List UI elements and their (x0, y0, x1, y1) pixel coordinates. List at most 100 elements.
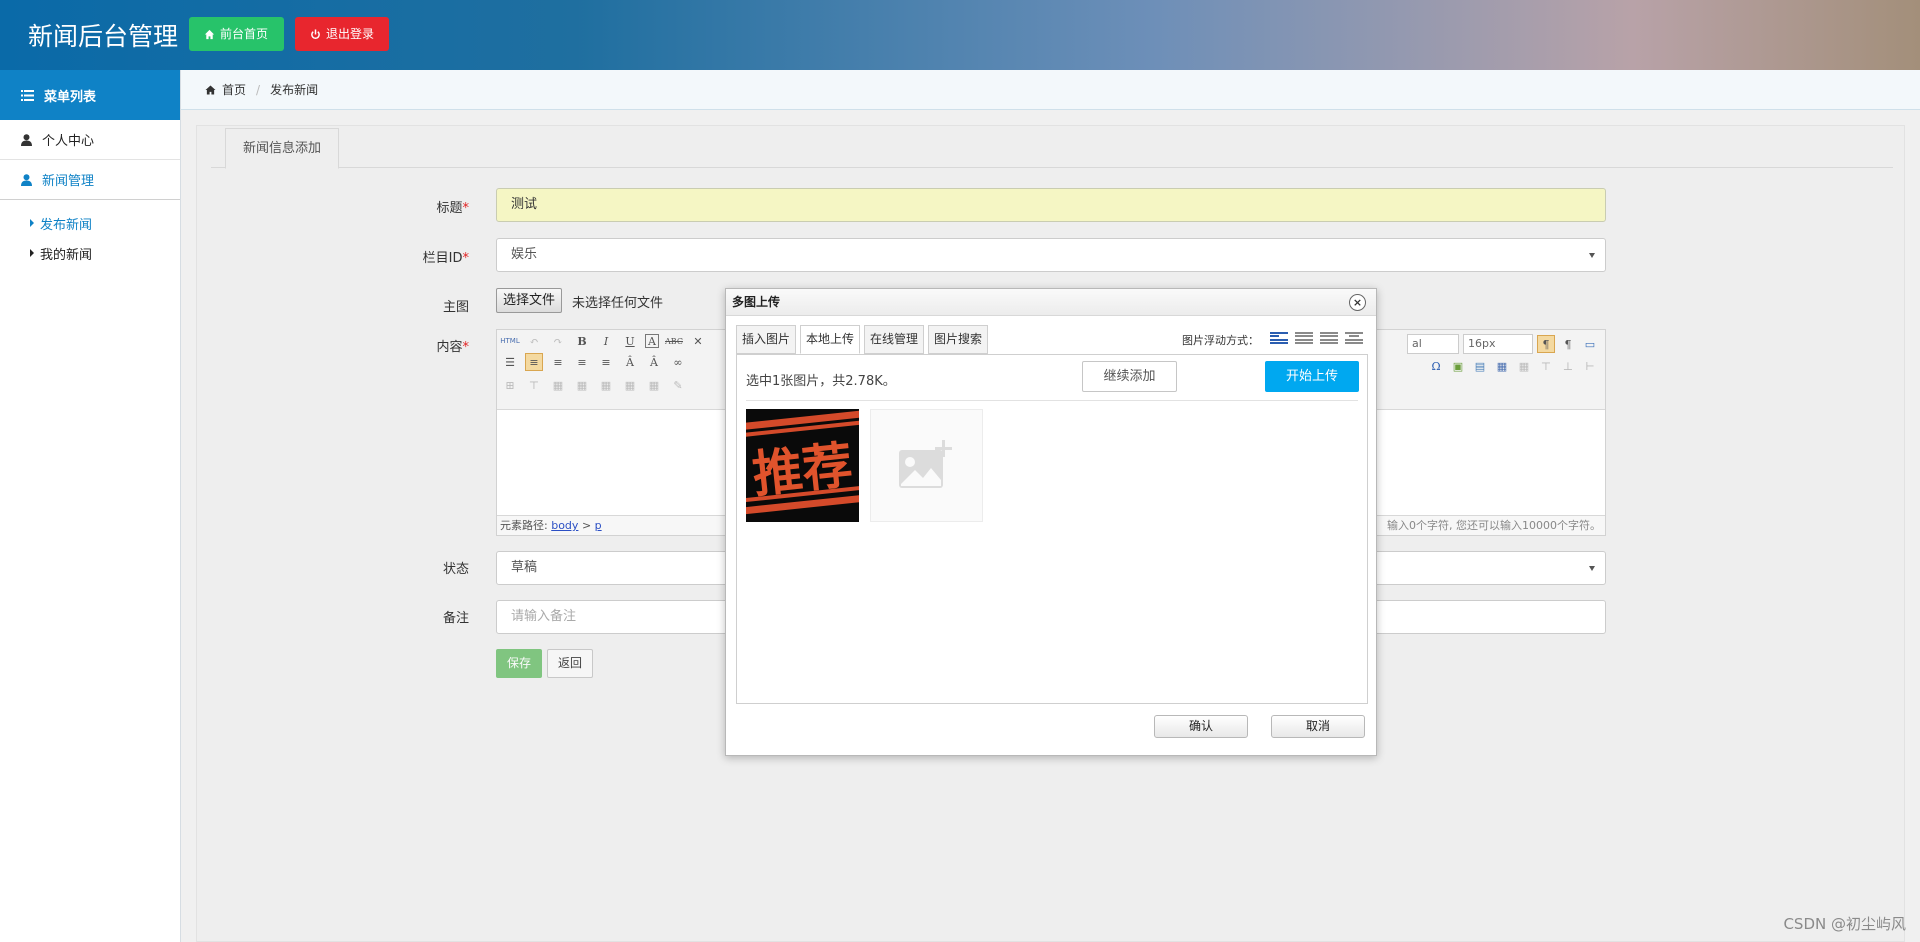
align-left-icon[interactable]: ≡ (525, 353, 543, 371)
clear-format-icon[interactable]: ✕ (689, 332, 707, 350)
sidebar-subitem-my-news[interactable]: 我的新闻 (0, 238, 180, 268)
float-center-icon[interactable] (1344, 330, 1364, 346)
text-direction-ltr-icon[interactable]: Â (621, 353, 639, 371)
align-center-icon[interactable]: ≡ (549, 353, 567, 371)
remark-placeholder: 请输入备注 (511, 609, 577, 624)
italic-icon[interactable]: I (597, 332, 615, 350)
add-image-placeholder[interactable] (870, 409, 983, 522)
align-right-icon[interactable]: ≡ (573, 353, 591, 371)
table-delete-row-icon[interactable]: ▦ (597, 376, 615, 394)
delete-table-icon[interactable]: ▦ (1515, 357, 1533, 375)
float-mode-label: 图片浮动方式： (1182, 334, 1259, 347)
strikethrough-icon[interactable]: ABC (665, 332, 683, 350)
rtl-paragraph-icon[interactable]: ¶ (1559, 335, 1577, 353)
file-status-text: 未选择任何文件 (572, 296, 664, 311)
home-button-label: 前台首页 (220, 27, 269, 41)
title-input[interactable]: 测试 (496, 188, 1606, 222)
undo-icon[interactable]: ↶ (525, 332, 543, 350)
insert-paragraph-before-icon[interactable]: ⊤ (1537, 357, 1555, 375)
app-brand: 新闻后台管理 (28, 22, 179, 51)
dropdown-arrow-icon (1589, 566, 1595, 571)
title-label: 标题* (197, 197, 469, 216)
format-brush-icon[interactable]: ✎ (669, 376, 687, 394)
tab-insert-image[interactable]: 插入图片 (736, 325, 797, 354)
toolbar-right-row-2: Ω ▣ ▤ ▦ ▦ ⊤ ⊥ ⊢ (1427, 357, 1599, 375)
element-path-body-link[interactable]: body (551, 519, 578, 532)
status-select-value: 草稿 (511, 560, 538, 575)
required-mark: * (462, 340, 470, 355)
uploaded-image-thumbnail[interactable]: 推荐 (746, 409, 859, 522)
tab-image-search[interactable]: 图片搜索 (928, 325, 989, 354)
text-direction-rtl-icon[interactable]: Â (645, 353, 663, 371)
stamp-image: 推荐 (746, 409, 859, 522)
table-split-icon[interactable]: ▦ (573, 376, 591, 394)
align-justify-icon[interactable]: ≡ (597, 353, 615, 371)
choose-file-button[interactable]: 选择文件 (496, 288, 563, 313)
float-none-icon[interactable] (1269, 330, 1289, 346)
required-mark: * (462, 251, 470, 266)
font-size-select[interactable]: 16px (1463, 334, 1533, 354)
column-select[interactable]: 娱乐 (496, 238, 1606, 272)
sidebar-subitem-label: 发布新闻 (40, 217, 93, 233)
tab-online-manage[interactable]: 在线管理 (864, 325, 925, 354)
back-button[interactable]: 返回 (547, 649, 593, 678)
logout-button[interactable]: 退出登录 (295, 17, 389, 51)
table-props-icon[interactable]: ▦ (645, 376, 663, 394)
editor-word-count: 输入0个字符, 您还可以输入10000个字符。 (1387, 519, 1601, 532)
cancel-button[interactable]: 取消 (1271, 715, 1365, 738)
content-label: 内容* (197, 336, 469, 355)
image-label: 主图 (442, 300, 469, 315)
continue-add-button[interactable]: 继续添加 (1082, 361, 1177, 392)
dialog-tabs: 插入图片 本地上传 在线管理 图片搜索 (736, 325, 989, 354)
font-family-value: al (1412, 337, 1422, 350)
top-header: 新闻后台管理 前台首页 退出登录 (0, 0, 1920, 70)
toolbar-row-2: ☰ ≡ ≡ ≡ ≡ Â Â ∞ (501, 353, 687, 371)
font-border-icon[interactable]: A (645, 334, 659, 348)
html-source-icon[interactable]: HTML (500, 332, 519, 350)
breadcrumb-home-link[interactable]: 首页 (222, 81, 246, 98)
insert-image-icon[interactable]: ▣ (1449, 357, 1467, 375)
column-select-value: 娱乐 (511, 247, 538, 262)
sidebar: 菜单列表 个人中心 新闻管理 发布新闻 我的新闻 (0, 70, 181, 942)
caret-right-icon (30, 249, 34, 257)
user-icon (21, 173, 32, 186)
float-right-icon[interactable] (1319, 330, 1339, 346)
sidebar-item-personal[interactable]: 个人中心 (0, 120, 180, 160)
insert-row-before-icon[interactable]: ⊥ (1559, 357, 1577, 375)
insert-col-before-icon[interactable]: ⊢ (1581, 357, 1599, 375)
indent-icon[interactable]: ☰ (501, 353, 519, 371)
ltr-paragraph-icon[interactable]: ¶ (1537, 335, 1555, 353)
column-label-text: 栏目ID (422, 251, 463, 266)
bold-icon[interactable]: B (573, 332, 591, 350)
special-char-icon[interactable]: Ω (1427, 357, 1445, 375)
start-upload-button[interactable]: 开始上传 (1265, 361, 1359, 392)
tab-news-add[interactable]: 新闻信息添加 (225, 128, 339, 169)
content-label-text: 内容 (436, 340, 463, 355)
element-path-separator: > (581, 519, 592, 532)
list-icon (21, 89, 34, 101)
home-icon (205, 84, 216, 95)
preview-icon[interactable]: ▭ (1581, 335, 1599, 353)
tab-local-upload[interactable]: 本地上传 (800, 325, 861, 354)
float-left-icon[interactable] (1294, 330, 1314, 346)
confirm-button[interactable]: 确认 (1154, 715, 1248, 738)
link-icon[interactable]: ∞ (669, 353, 687, 371)
font-family-select[interactable]: al (1407, 334, 1459, 354)
stamp-text: 推荐 (750, 436, 856, 504)
element-path-p-link[interactable]: p (595, 519, 602, 532)
required-mark: * (462, 201, 470, 216)
insert-attachment-icon[interactable]: ▤ (1471, 357, 1489, 375)
caret-right-icon (30, 219, 34, 227)
underline-icon[interactable]: U (621, 332, 639, 350)
redo-icon[interactable]: ↷ (549, 332, 567, 350)
save-button[interactable]: 保存 (496, 649, 542, 678)
sidebar-subitem-publish-news[interactable]: 发布新闻 (0, 208, 180, 238)
table-insert-col-icon[interactable]: ⊤ (525, 376, 543, 394)
table-merge-icon[interactable]: ▦ (549, 376, 567, 394)
close-icon[interactable]: × (1349, 294, 1366, 311)
sidebar-item-news-management[interactable]: 新闻管理 (0, 160, 180, 200)
table-delete-col-icon[interactable]: ▦ (621, 376, 639, 394)
table-insert-row-icon[interactable]: ⊞ (501, 376, 519, 394)
home-button[interactable]: 前台首页 (189, 17, 284, 51)
insert-table-icon[interactable]: ▦ (1493, 357, 1511, 375)
